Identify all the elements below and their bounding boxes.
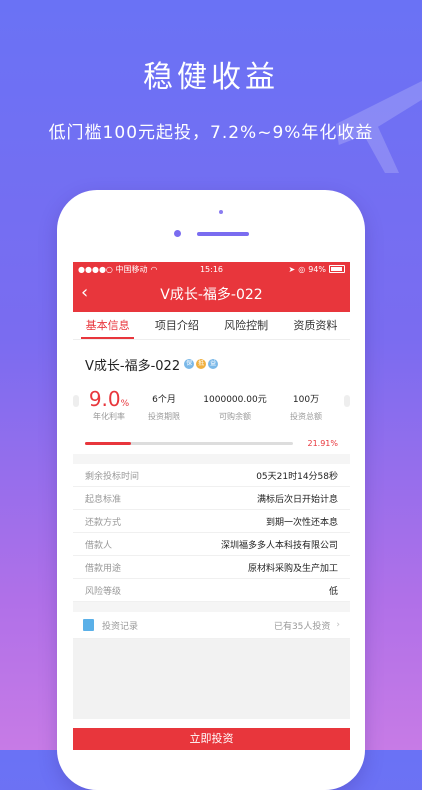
info-row-borrower: 借款人 深圳福多多人本科技有限公司 <box>73 533 350 556</box>
info-key: 借款人 <box>85 540 113 551</box>
info-row-repayment: 还款方式 到期一次性还本息 <box>73 510 350 533</box>
phone-sensor-dot <box>219 210 223 214</box>
section-divider <box>73 602 350 612</box>
term-value: 6个月 <box>152 395 176 405</box>
empty-area <box>73 639 350 719</box>
info-key: 借款用途 <box>85 563 122 574</box>
guarantee-badge: 保 <box>184 359 195 369</box>
info-key: 起息标准 <box>85 494 122 505</box>
status-time: 15:16 <box>199 264 224 274</box>
info-value: 深圳福多多人本科技有限公司 <box>220 540 338 551</box>
battery-percent: 94% <box>308 264 326 274</box>
stat-available: 1000000.00元 可购余额 <box>193 389 277 435</box>
phone-speaker <box>197 232 249 236</box>
tab-bar: 基本信息 项目介绍 风险控制 资质资料 <box>73 312 350 340</box>
records-count: 已有35人投资 <box>273 621 331 632</box>
nav-title: V成长-福多-022 <box>160 287 263 303</box>
product-title-row: V成长-福多-022 保 抵 益 <box>73 340 350 375</box>
stats-row: 9.0% 年化利率 6个月 投资期限 1000000.00元 可购余额 100万… <box>73 389 350 435</box>
rate-label: 年化利率 <box>93 412 125 421</box>
info-key: 风险等级 <box>85 586 122 597</box>
rate-value: 9.0 <box>88 387 121 411</box>
stat-rate: 9.0% 年化利率 <box>83 389 135 435</box>
carrier-label: ●●●●○ 中国移动 <box>78 264 148 274</box>
info-row-purpose: 借款用途 原材料采购及生产加工 <box>73 556 350 579</box>
wifi-icon: ◠ <box>150 264 158 274</box>
info-row-remaining-time: 剩余投标时间 05天21时14分58秒 <box>73 464 350 487</box>
available-label: 可购余额 <box>219 412 251 421</box>
stat-total: 100万 投资总额 <box>277 389 335 435</box>
info-key: 剩余投标时间 <box>85 471 140 482</box>
yield-badge: 益 <box>208 359 219 369</box>
rate-unit: % <box>120 399 130 409</box>
info-key: 还款方式 <box>85 517 122 528</box>
section-divider <box>73 454 350 464</box>
tab-qualification[interactable]: 资质资料 <box>281 312 350 339</box>
tab-risk-control[interactable]: 风险控制 <box>212 312 281 339</box>
location-icon: ➤ <box>288 264 296 274</box>
info-row-interest-start: 起息标准 满标后次日开始计息 <box>73 487 350 510</box>
stats-left-edge <box>73 395 79 407</box>
tab-project-intro[interactable]: 项目介绍 <box>142 312 211 339</box>
product-badges: 保 抵 益 <box>184 359 219 369</box>
term-label: 投资期限 <box>148 412 180 421</box>
investment-records-row[interactable]: 投资记录 已有35人投资 › <box>73 612 350 639</box>
status-bar: ●●●●○ 中国移动 ◠ 15:16 ➤ ◎ 94% <box>73 262 350 276</box>
progress-percent: 21.91% <box>307 439 338 448</box>
stat-term: 6个月 投资期限 <box>135 389 193 435</box>
info-value: 到期一次性还本息 <box>265 517 338 528</box>
document-icon <box>83 619 94 631</box>
product-name: V成长-福多-022 <box>85 358 181 374</box>
total-value: 100万 <box>292 395 320 405</box>
info-list: 剩余投标时间 05天21时14分58秒 起息标准 满标后次日开始计息 还款方式 … <box>73 464 350 602</box>
progress-row: 21.91% <box>73 439 350 448</box>
alarm-icon: ◎ <box>298 264 306 274</box>
progress-fill <box>85 442 131 445</box>
banner-title: 稳健收益 <box>143 60 279 95</box>
tab-basic-info[interactable]: 基本信息 <box>73 312 142 339</box>
available-value: 1000000.00元 <box>203 395 267 405</box>
back-icon[interactable]: ‹ <box>81 284 88 302</box>
info-row-risk-level: 风险等级 低 <box>73 579 350 602</box>
total-label: 投资总额 <box>290 412 322 421</box>
info-value: 满标后次日开始计息 <box>256 494 338 505</box>
records-label: 投资记录 <box>102 621 139 632</box>
collateral-badge: 抵 <box>196 359 207 369</box>
progress-track <box>85 442 294 445</box>
invest-now-button[interactable]: 立即投资 <box>73 728 350 750</box>
nav-bar: ‹ V成长-福多-022 <box>73 276 350 312</box>
app-screen: ●●●●○ 中国移动 ◠ 15:16 ➤ ◎ 94% ‹ V成长-福多-022 … <box>73 262 350 750</box>
info-value: 低 <box>328 586 338 597</box>
banner-subtitle: 低门槛100元起投，7.2%~9%年化收益 <box>48 123 374 143</box>
battery-icon <box>329 265 345 273</box>
info-value: 原材料采购及生产加工 <box>247 563 338 574</box>
chevron-right-icon: › <box>336 620 340 630</box>
stats-right-edge <box>344 395 350 407</box>
info-value: 05天21时14分58秒 <box>256 471 338 482</box>
phone-camera <box>174 230 181 237</box>
